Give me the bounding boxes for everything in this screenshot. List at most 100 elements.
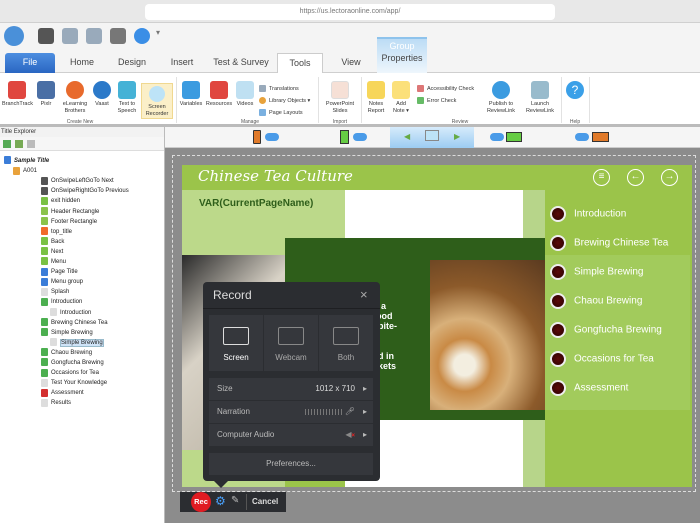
tree-item[interactable]: Header Rectangle [41,206,99,217]
size-row[interactable]: Size 1012 x 710 ▸ [209,378,373,400]
menu-item[interactable]: Occasions for Tea [550,351,654,368]
url-bar[interactable]: https://us.lectoraonline.com/app/ [145,4,555,20]
print-icon[interactable] [110,28,126,44]
error-check-button[interactable]: Error Check [417,97,456,105]
notes-report-button[interactable]: Notes Report [364,81,388,114]
variables-button[interactable]: Variables [178,81,204,108]
tab-tools[interactable]: Tools [277,53,323,73]
group-properties-tab[interactable]: Group Properties [377,37,427,73]
menu-icon[interactable]: ≡ [593,169,610,186]
tab-properties[interactable]: Properties [377,53,427,63]
publish-icon[interactable] [134,28,150,44]
tree-item[interactable]: Introduction [50,307,91,318]
back-arrow-icon[interactable]: ← [627,169,644,186]
tab-file[interactable]: File [5,53,55,73]
tree-item[interactable]: Footer Rectangle [41,217,97,227]
tree-item[interactable]: Menu [41,257,66,267]
page-layouts-button[interactable]: Page Layouts [259,109,303,117]
mode-screen-button[interactable]: Screen [209,315,263,371]
tree-item[interactable]: OnSwipeRightGoTo Previous [41,186,129,196]
text-to-speech-button[interactable]: Text to Speech [114,81,140,114]
tree-item[interactable]: exit hidden [41,196,80,206]
tree-item[interactable]: OnSwipeLeftGoTo Next [41,176,114,186]
next-arrow-icon[interactable]: → [661,169,678,186]
elearning-brothers-button[interactable]: eLearning Brothers [60,81,90,114]
tree-item[interactable]: Test Your Knowledge [41,378,107,388]
menu-item[interactable]: Chaou Brewing [550,293,642,310]
tab-home[interactable]: Home [62,53,102,73]
menu-item[interactable]: Brewing Chinese Tea [550,235,668,252]
microphone-icon[interactable]: 🎤︎ [345,401,355,423]
tree-item[interactable]: Sample Title [4,156,49,166]
vaast-button[interactable]: Vaast [92,81,112,108]
save-icon[interactable] [38,28,54,44]
translations-button[interactable]: Translations [259,85,299,93]
tree-item[interactable]: Next [41,247,63,257]
tree-item[interactable]: Chaou Brewing [41,348,92,358]
tab-view[interactable]: View [334,53,368,73]
toggle-switch[interactable] [265,133,279,141]
tab-insert[interactable]: Insert [162,53,202,73]
computer-audio-row[interactable]: Computer Audio ◀× ▸ [209,424,373,446]
redo-icon[interactable] [86,28,102,44]
add-section-icon[interactable] [27,140,35,148]
toggle-switch[interactable] [575,133,589,141]
add-page-icon[interactable] [3,140,11,148]
resources-button[interactable]: Resources [205,81,233,108]
pixlr-button[interactable]: Pixlr [34,81,58,108]
tree-item[interactable]: top_title [41,227,72,237]
tab-test-survey[interactable]: Test & Survey [208,53,274,73]
close-icon[interactable]: × [360,287,368,302]
rec-button[interactable]: Rec [191,492,211,512]
tree-item[interactable]: Simple Brewing [50,338,104,348]
library-objects-button[interactable]: Library Objects ▾ [259,97,310,105]
tree-item[interactable]: Brewing Chinese Tea [41,318,108,328]
settings-gear-icon[interactable]: ⚙ [215,494,226,508]
toggle-switch[interactable] [490,133,504,141]
speaker-muted-icon[interactable]: ◀× [345,424,355,447]
mode-both-button[interactable]: Both [319,315,373,371]
publish-to-reviewlink-button[interactable]: Publish to ReviewLink [482,81,520,114]
phone-landscape-icon[interactable] [592,132,609,142]
pencil-icon[interactable]: ✎ [231,495,239,506]
phone-portrait-icon[interactable] [253,130,261,144]
app-logo-icon[interactable] [4,26,24,46]
menu-item[interactable]: Assessment [550,380,628,397]
chevron-down-icon[interactable]: ▾ [156,28,172,44]
tree-item[interactable]: Page Title [41,267,78,277]
narration-row[interactable]: Narration 🎤︎ ▸ [209,401,373,423]
next-device-icon[interactable]: ▶ [454,132,460,141]
tab-design[interactable]: Design [110,53,154,73]
branchtrack-button[interactable]: BranchTrack [2,81,33,108]
help-button[interactable]: ? [565,81,585,101]
toggle-switch[interactable] [353,133,367,141]
cancel-button[interactable]: Cancel [252,497,278,506]
add-note-button[interactable]: Add Note ▾ [390,81,412,114]
tablet-portrait-icon[interactable] [340,130,349,144]
menu-item[interactable]: Simple Brewing [550,264,643,281]
preferences-button[interactable]: Preferences... [209,453,373,475]
accessibility-check-button[interactable]: Accessibility Check [417,85,474,93]
tree-item[interactable]: Menu group [41,277,83,287]
tree-item[interactable]: Assessment [41,388,84,398]
prev-device-icon[interactable]: ◀ [404,132,410,141]
launch-reviewlink-button[interactable]: Launch ReviewLink [522,81,558,114]
tree-item[interactable]: Introduction [41,297,82,307]
menu-item[interactable]: Gongfucha Brewing [550,322,662,339]
tablet-landscape-icon[interactable] [506,132,522,142]
tree-item[interactable]: Splash [41,287,69,297]
add-chapter-icon[interactable] [15,140,23,148]
tree-item[interactable]: Occasions for Tea [41,368,99,378]
tree-item[interactable]: Back [41,237,64,247]
powerpoint-slides-button[interactable]: PowerPoint Slides [322,81,358,114]
mode-webcam-button[interactable]: Webcam [264,315,318,371]
screen-recorder-button[interactable]: Screen Recorder [141,83,173,119]
desktop-view-button[interactable]: ◀ ▶ [390,127,474,148]
menu-item[interactable]: Introduction [550,206,626,223]
tree-item[interactable]: Simple Brewing [41,328,93,338]
undo-icon[interactable] [62,28,78,44]
videos-button[interactable]: Videos [234,81,256,108]
tree-item[interactable]: Results [41,398,71,408]
tree-item[interactable]: A001 [13,166,37,176]
tree-item[interactable]: Gongfucha Brewing [41,358,104,368]
